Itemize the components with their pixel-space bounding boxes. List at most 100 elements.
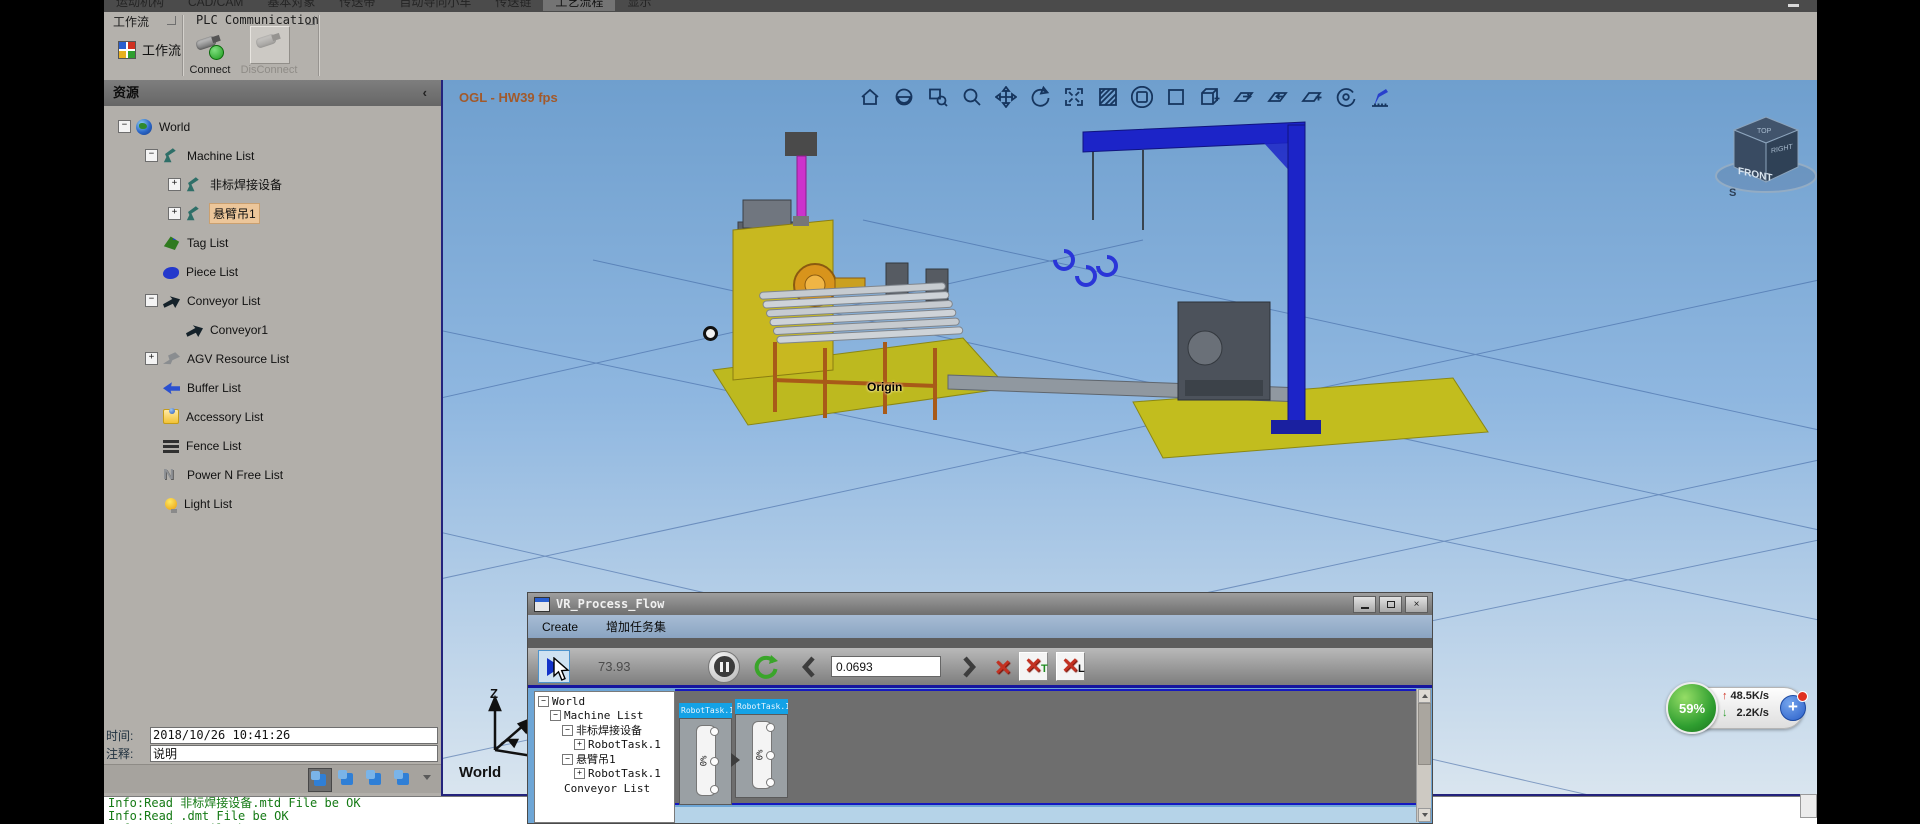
accessory-icon [163, 409, 179, 424]
vr-window-titlebar[interactable]: VR_Process_Flow × [528, 593, 1432, 615]
rotate-icon[interactable] [1029, 86, 1051, 108]
comment-input[interactable] [150, 745, 438, 762]
dialog-launcher-icon[interactable] [167, 16, 176, 25]
rotate-center-icon[interactable] [1335, 86, 1357, 108]
dropdown-arrow-icon[interactable] [423, 775, 431, 784]
menu-tab[interactable]: CAD/CAM [176, 0, 255, 11]
tree-item-agv-resource-list[interactable]: AGV Resource List [104, 344, 441, 373]
zoom-icon[interactable] [961, 86, 983, 108]
menu-tab[interactable]: 自动导向小车 [387, 0, 483, 11]
vr-tree-item[interactable]: Conveyor List [535, 781, 674, 796]
menu-tab[interactable]: 传送链 [483, 0, 543, 11]
vr-vertical-scrollbar[interactable] [1416, 689, 1431, 822]
pause-button[interactable] [708, 651, 740, 683]
layer-button-3[interactable] [364, 768, 386, 790]
machine-icon [163, 148, 180, 163]
menu-tab-active[interactable]: 工艺流程 [543, 0, 615, 11]
piece-icon [163, 267, 179, 279]
expand-expander-icon[interactable] [145, 352, 158, 365]
layer-button-1[interactable] [308, 768, 332, 792]
tree-item-light-list[interactable]: Light List [104, 489, 441, 518]
menu-tab[interactable]: 显示 [615, 0, 663, 11]
step-back-button[interactable] [801, 656, 815, 678]
tree-item-world[interactable]: World [104, 112, 441, 141]
vr-tree-item[interactable]: −悬臂吊1 [535, 752, 674, 767]
stop-line-button[interactable]: ×L [1056, 652, 1085, 681]
subscript-l: L [1078, 657, 1085, 682]
subscript-t: T [1041, 657, 1048, 682]
zoom-window-icon[interactable] [927, 86, 949, 108]
pan-icon[interactable] [995, 86, 1017, 108]
loop-button[interactable] [752, 653, 779, 680]
workflow-button[interactable]: 工作流 [114, 38, 185, 61]
layer-button-2[interactable] [336, 768, 358, 790]
scrollbar-corner[interactable] [1800, 794, 1817, 818]
scroll-up-arrow[interactable] [1418, 689, 1431, 703]
view-orbit-icon[interactable] [893, 86, 915, 108]
time-input[interactable] [150, 727, 438, 744]
tree-item-power-n-free-list[interactable]: Power N Free List [104, 460, 441, 489]
expand-expander-icon[interactable] [168, 178, 181, 191]
tree-item-tag-list[interactable]: Tag List [104, 228, 441, 257]
stop-task-button[interactable]: ×T [1019, 652, 1048, 681]
collapse-expander-icon[interactable] [145, 294, 158, 307]
layer-button-4[interactable] [392, 768, 414, 790]
collapse-expander-icon[interactable] [118, 120, 131, 133]
clip-plane-back-icon[interactable] [1267, 86, 1289, 108]
dialog-launcher-icon[interactable] [306, 16, 315, 25]
robot-task-block[interactable]: RobotTask.1 0% [735, 699, 788, 798]
tree-item-welding-device[interactable]: 非标焊接设备 [104, 170, 441, 199]
tree-item-machine-list[interactable]: Machine List [104, 141, 441, 170]
menu-item-create[interactable]: Create [528, 620, 592, 634]
close-button[interactable]: × [1405, 596, 1428, 613]
layer-buttons-bar [104, 764, 441, 793]
maximize-button[interactable] [1379, 596, 1402, 613]
vr-tree-item[interactable]: −Machine List [535, 709, 674, 724]
minimize-button[interactable] [1353, 596, 1376, 613]
vr-tree-item[interactable]: +RobotTask.1 [535, 738, 674, 753]
tree-item-cantilever-crane[interactable]: 悬臂吊1 [104, 199, 441, 228]
tree-item-piece-list[interactable]: Piece List [104, 257, 441, 286]
vr-tree-item[interactable]: −World [535, 694, 674, 709]
connect-button-label[interactable]: Connect [180, 64, 240, 76]
menu-item-add-task-set[interactable]: 增加任务集 [592, 618, 680, 635]
tree-item-label: Buffer List [187, 381, 241, 395]
net-percent-ball[interactable]: 59% [1666, 682, 1718, 734]
step-value-input[interactable] [831, 656, 941, 677]
measure-icon[interactable] [1369, 86, 1391, 108]
scrollbar-thumb[interactable] [1418, 703, 1431, 765]
menu-tab[interactable]: 运动机构 [104, 0, 176, 11]
scroll-down-arrow[interactable] [1418, 808, 1431, 822]
home-icon[interactable] [859, 86, 881, 108]
step-forward-button[interactable] [963, 656, 977, 678]
menu-tab[interactable]: 基本对象 [255, 0, 327, 11]
clip-plane-forward-icon[interactable] [1233, 86, 1255, 108]
vr-tree-item[interactable]: +RobotTask.1 [535, 767, 674, 782]
robot-task-block[interactable]: RobotTask.1 0% [679, 703, 732, 805]
collapse-expander-icon[interactable] [145, 149, 158, 162]
origin-point[interactable] [703, 326, 718, 341]
tree-item-conveyor-list[interactable]: Conveyor List [104, 286, 441, 315]
disconnect-button[interactable] [250, 26, 290, 64]
menu-tab[interactable]: 传送带 [327, 0, 387, 11]
fit-view-icon[interactable] [1063, 86, 1085, 108]
tree-item-buffer-list[interactable]: Buffer List [104, 373, 441, 402]
tree-item-conveyor1[interactable]: Conveyor1 [104, 315, 441, 344]
stop-button[interactable]: × [995, 655, 1011, 679]
collapse-arrow-icon[interactable]: ‹ [423, 80, 427, 106]
clip-plane-add-icon[interactable] [1301, 86, 1323, 108]
vr-process-flow-window[interactable]: VR_Process_Flow × Create 增加任务集 73.93 [527, 592, 1433, 824]
expand-expander-icon[interactable] [168, 207, 181, 220]
vr-tree-item[interactable]: −非标焊接设备 [535, 723, 674, 738]
window-minimize-dash[interactable] [1788, 4, 1799, 7]
tree-item-accessory-list[interactable]: Accessory List [104, 402, 441, 431]
shaded-mode-selected-icon[interactable] [1131, 86, 1153, 108]
clip-box-icon[interactable] [1199, 86, 1221, 108]
task-block-canvas[interactable]: RobotTask.1 0% RobotTask.1 0% [675, 689, 1419, 805]
network-speed-widget[interactable]: ↑48.5K/s ↓2.2K/s 59% + [1666, 682, 1808, 732]
navigation-cube[interactable]: FRONT TOP RIGHT S E [1701, 98, 1817, 208]
solid-mode-icon[interactable] [1165, 86, 1187, 108]
tree-item-fence-list[interactable]: Fence List [104, 431, 441, 460]
wireframe-hatch-icon[interactable] [1097, 86, 1119, 108]
connect-plug-icon[interactable] [194, 34, 224, 60]
